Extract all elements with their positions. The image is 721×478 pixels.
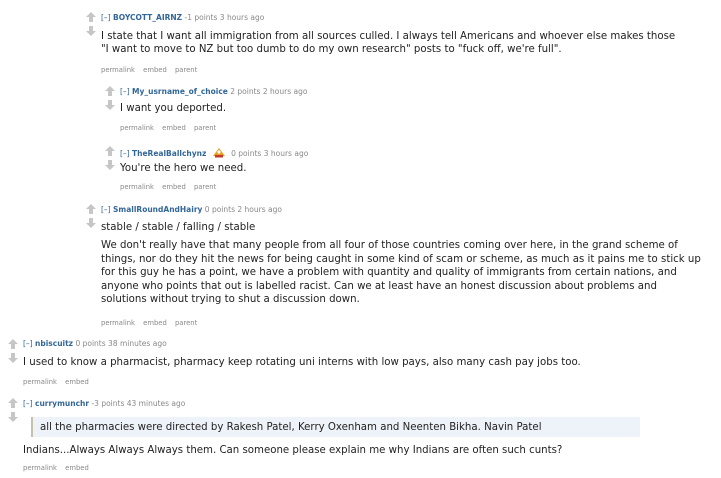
comment-body: You're the hero we need. [120,162,710,175]
upvote-arrow-icon[interactable] [85,203,97,217]
comment-my-usrname-of-choice: [–] My_usrname_of_choice 2 points 2 hour… [0,82,721,142]
timestamp: 38 minutes ago [108,339,167,348]
author-link[interactable]: nbiscuitz [35,339,73,348]
embed-link[interactable]: embed [162,124,186,132]
comment-currymunchr: [–] currymunchr -3 points 43 minutes ago… [0,391,721,478]
permalink-link[interactable]: permalink [120,183,154,191]
permalink-link[interactable]: permalink [120,124,154,132]
score: 0 points [75,339,106,348]
vote-arrows [85,11,97,39]
comment-therealballchynz: [–] TheRealBallchynz 0 points 3 hours ag… [0,142,721,197]
comment-actions: permalink embed [23,464,95,473]
comment-tagline: [–] currymunchr -3 points 43 minutes ago [23,399,185,409]
parent-link[interactable]: parent [194,183,216,191]
author-link[interactable]: BOYCOTT_AIRNZ [113,13,182,22]
score: 0 points [231,149,262,158]
comment-text: I state that I want all immigration from… [101,31,676,42]
permalink-link[interactable]: permalink [101,66,135,74]
collapse-toggle[interactable]: [–] [120,149,130,158]
collapse-toggle[interactable]: [–] [101,13,111,22]
comment-text: stable / stable / falling / stable [101,222,256,233]
parent-link[interactable]: parent [175,66,197,74]
score: 2 points [230,87,261,96]
comment-text: We don't really have that many people fr… [101,240,701,306]
flair-badge-icon [212,146,226,158]
vote-arrows [104,145,116,173]
comment-text: I used to know a pharmacist, pharmacy ke… [23,357,581,368]
author-link[interactable]: SmallRoundAndHairy [113,205,202,214]
comment-actions: permalink embed parent [120,124,222,133]
author-link[interactable]: TheRealBallchynz [132,149,206,158]
comment-smallroundandhairy: [–] SmallRoundAndHairy 0 points 2 hours … [0,197,721,333]
upvote-arrow-icon[interactable] [104,145,116,159]
comment-actions: permalink embed [23,378,95,387]
comment-body: I used to know a pharmacist, pharmacy ke… [23,356,713,369]
upvote-arrow-icon[interactable] [104,85,116,99]
comment-tagline: [–] BOYCOTT_AIRNZ -1 points 3 hours ago [101,13,264,23]
vote-arrows [7,338,19,366]
permalink-link[interactable]: permalink [23,464,57,472]
embed-link[interactable]: embed [65,464,89,472]
timestamp: 2 hours ago [237,205,282,214]
upvote-arrow-icon[interactable] [7,397,19,411]
comment-nbiscuitz: [–] nbiscuitz 0 points 38 minutes ago I … [0,333,721,391]
downvote-arrow-icon[interactable] [7,411,19,425]
downvote-arrow-icon[interactable] [104,99,116,113]
downvote-arrow-icon[interactable] [104,159,116,173]
timestamp: 3 hours ago [263,149,309,158]
embed-link[interactable]: embed [143,319,167,327]
collapse-toggle[interactable]: [–] [101,205,111,214]
author-link[interactable]: My_usrname_of_choice [132,87,228,96]
downvote-arrow-icon[interactable] [7,352,19,366]
comment-text: I want you deported. [120,103,227,114]
score: 0 points [204,205,235,214]
comment-tagline: [–] My_usrname_of_choice 2 points 2 hour… [120,87,307,97]
author-link[interactable]: currymunchr [35,399,89,408]
collapse-toggle[interactable]: [–] [120,87,130,96]
downvote-arrow-icon[interactable] [85,25,97,39]
score: -1 points [184,13,218,22]
upvote-arrow-icon[interactable] [7,338,19,352]
upvote-arrow-icon[interactable] [85,11,97,25]
embed-link[interactable]: embed [65,378,89,386]
permalink-link[interactable]: permalink [101,319,135,327]
comment-body: I state that I want all immigration from… [101,30,711,57]
collapse-toggle[interactable]: [–] [23,399,33,408]
comment-text: Indians...Always Always Always them. Can… [23,445,563,456]
comment-body: stable / stable / falling / stable We do… [101,221,701,306]
comment-text: You're the hero we need. [120,163,247,174]
comment-boycott-airnz: [–] BOYCOTT_AIRNZ -1 points 3 hours ago … [0,0,721,82]
comment-tagline: [–] nbiscuitz 0 points 38 minutes ago [23,339,167,349]
collapse-toggle[interactable]: [–] [23,339,33,348]
downvote-arrow-icon[interactable] [85,217,97,231]
parent-link[interactable]: parent [175,319,197,327]
embed-link[interactable]: embed [143,66,167,74]
vote-arrows [104,85,116,113]
comment-tagline: [–] TheRealBallchynz 0 points 3 hours ag… [120,146,308,159]
embed-link[interactable]: embed [162,183,186,191]
comment-tagline: [–] SmallRoundAndHairy 0 points 2 hours … [101,205,282,215]
parent-link[interactable]: parent [194,124,216,132]
comment-actions: permalink embed parent [101,319,203,328]
timestamp: 43 minutes ago [126,399,186,408]
comment-body: Indians...Always Always Always them. Can… [23,444,713,457]
timestamp: 2 hours ago [262,87,308,96]
timestamp: 3 hours ago [219,13,265,22]
comment-actions: permalink embed parent [120,183,222,192]
vote-arrows [7,397,19,425]
comment-body: I want you deported. [120,102,710,115]
quoted-text-block: all the pharmacies were directed by Rake… [31,417,640,437]
comment-text: "I want to move to NZ but too dumb to do… [101,44,562,56]
permalink-link[interactable]: permalink [23,378,57,386]
comment-actions: permalink embed parent [101,66,203,75]
vote-arrows [85,203,97,231]
score: -3 points [91,399,125,408]
